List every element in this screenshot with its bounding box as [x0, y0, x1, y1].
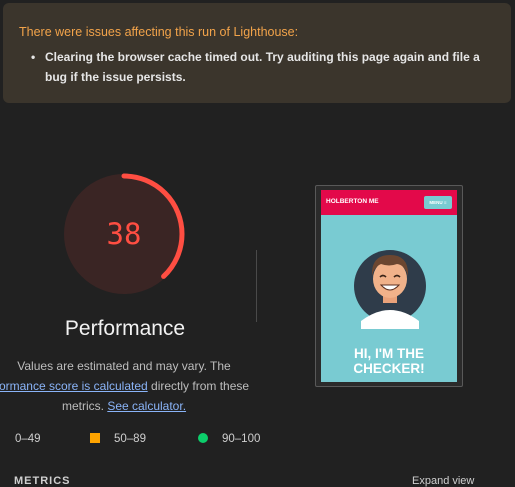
- description-line-2-rest: directly from these: [147, 379, 250, 393]
- description-line-1: Values are estimated and may vary. The: [17, 359, 231, 373]
- legend-pass-range: 90–100: [222, 433, 261, 445]
- legend-pass: 90–100: [198, 433, 260, 445]
- average-square-icon: [90, 433, 100, 443]
- description-line-2: erformance score is calculated directly …: [0, 376, 250, 396]
- screenshot-heading-line-2: CHECKER!: [353, 361, 425, 376]
- score-description: Values are estimated and may vary. The e…: [0, 356, 250, 416]
- metrics-header: METRICS: [14, 475, 71, 487]
- pass-circle-icon: [198, 433, 208, 443]
- screenshot-heading: HI, I'M THE CHECKER!: [321, 346, 457, 376]
- legend-average: 50–89: [90, 433, 146, 445]
- bullet-icon: •: [31, 50, 36, 64]
- warning-item: • Clearing the browser cache timed out. …: [31, 47, 500, 87]
- screenshot-heading-line-1: HI, I'M THE: [354, 346, 424, 361]
- warning-title: There were issues affecting this run of …: [19, 25, 299, 39]
- warning-item-text: Clearing the browser cache timed out. Tr…: [45, 50, 480, 84]
- legend-fail: 0–49: [15, 433, 41, 445]
- screenshot-header: HOLBERTON ME MENU ≡: [321, 190, 457, 215]
- warning-banner: There were issues affecting this run of …: [3, 3, 511, 103]
- description-line-3: metrics. See calculator.: [0, 396, 250, 416]
- performance-title: Performance: [64, 317, 186, 340]
- screenshot-logo: HOLBERTON ME: [326, 198, 379, 205]
- final-screenshot-thumbnail[interactable]: HOLBERTON ME MENU ≡ HI, I'M THE CHECKER!: [315, 185, 463, 387]
- description-line-3-prefix: metrics.: [61, 399, 108, 413]
- divider: [256, 250, 257, 322]
- warning-list: • Clearing the browser cache timed out. …: [31, 47, 500, 87]
- screenshot-menu-button: MENU ≡: [424, 196, 452, 209]
- score-calculation-link[interactable]: erformance score is calculated: [0, 379, 148, 393]
- expand-view-toggle[interactable]: Expand view: [412, 475, 474, 487]
- legend-fail-range: 0–49: [15, 433, 41, 445]
- performance-score: 38: [106, 217, 142, 251]
- screenshot-page: HOLBERTON ME MENU ≡ HI, I'M THE CHECKER!: [321, 190, 457, 382]
- avatar-illustration: [354, 250, 426, 329]
- calculator-link[interactable]: See calculator.: [107, 399, 186, 413]
- performance-gauge[interactable]: 38: [62, 172, 186, 296]
- legend-average-range: 50–89: [114, 433, 146, 445]
